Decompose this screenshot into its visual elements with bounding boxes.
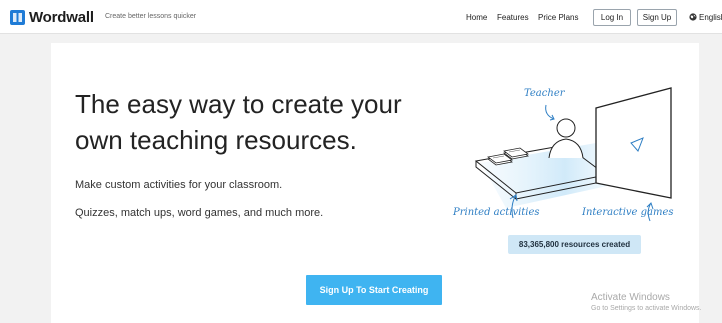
- headline-line-2: own teaching resources.: [75, 125, 357, 155]
- watermark-line-2: Go to Settings to activate Windows.: [591, 305, 702, 312]
- sign-up-to-start-creating-button[interactable]: Sign Up To Start Creating: [306, 275, 442, 305]
- nav-features-link[interactable]: Features: [497, 13, 529, 22]
- headline-line-1: The easy way to create your: [75, 89, 402, 119]
- interactive-games-label: Interactive games: [582, 207, 674, 218]
- wordwall-logo[interactable]: Wordwall: [10, 9, 94, 26]
- tagline: Create better lessons quicker: [105, 13, 197, 20]
- wordwall-logo-icon: [10, 10, 25, 25]
- teacher-label: Teacher: [524, 88, 565, 99]
- sign-up-button[interactable]: Sign Up: [637, 9, 677, 26]
- resources-created-badge: 83,365,800 resources created: [508, 235, 641, 254]
- hero-section: The easy way to create your own teaching…: [51, 43, 699, 323]
- hero-subtitle-1: Make custom activities for your classroo…: [75, 179, 283, 191]
- nav-price-plans-link[interactable]: Price Plans: [538, 13, 578, 22]
- windows-activation-watermark: Activate Windows Go to Settings to activ…: [591, 292, 702, 312]
- language-selector[interactable]: English: [699, 13, 722, 22]
- hero-subtitle-2: Quizzes, match ups, word games, and much…: [75, 207, 324, 219]
- hero-headline: The easy way to create your own teaching…: [75, 86, 455, 158]
- top-navigation-bar: Wordwall Create better lessons quicker H…: [0, 0, 722, 34]
- globe-icon[interactable]: [689, 13, 697, 21]
- brand-name: Wordwall: [29, 9, 94, 26]
- watermark-line-1: Activate Windows: [591, 292, 670, 303]
- nav-home-link[interactable]: Home: [466, 13, 487, 22]
- log-in-button[interactable]: Log In: [593, 9, 631, 26]
- printed-activities-label: Printed activities: [453, 207, 540, 218]
